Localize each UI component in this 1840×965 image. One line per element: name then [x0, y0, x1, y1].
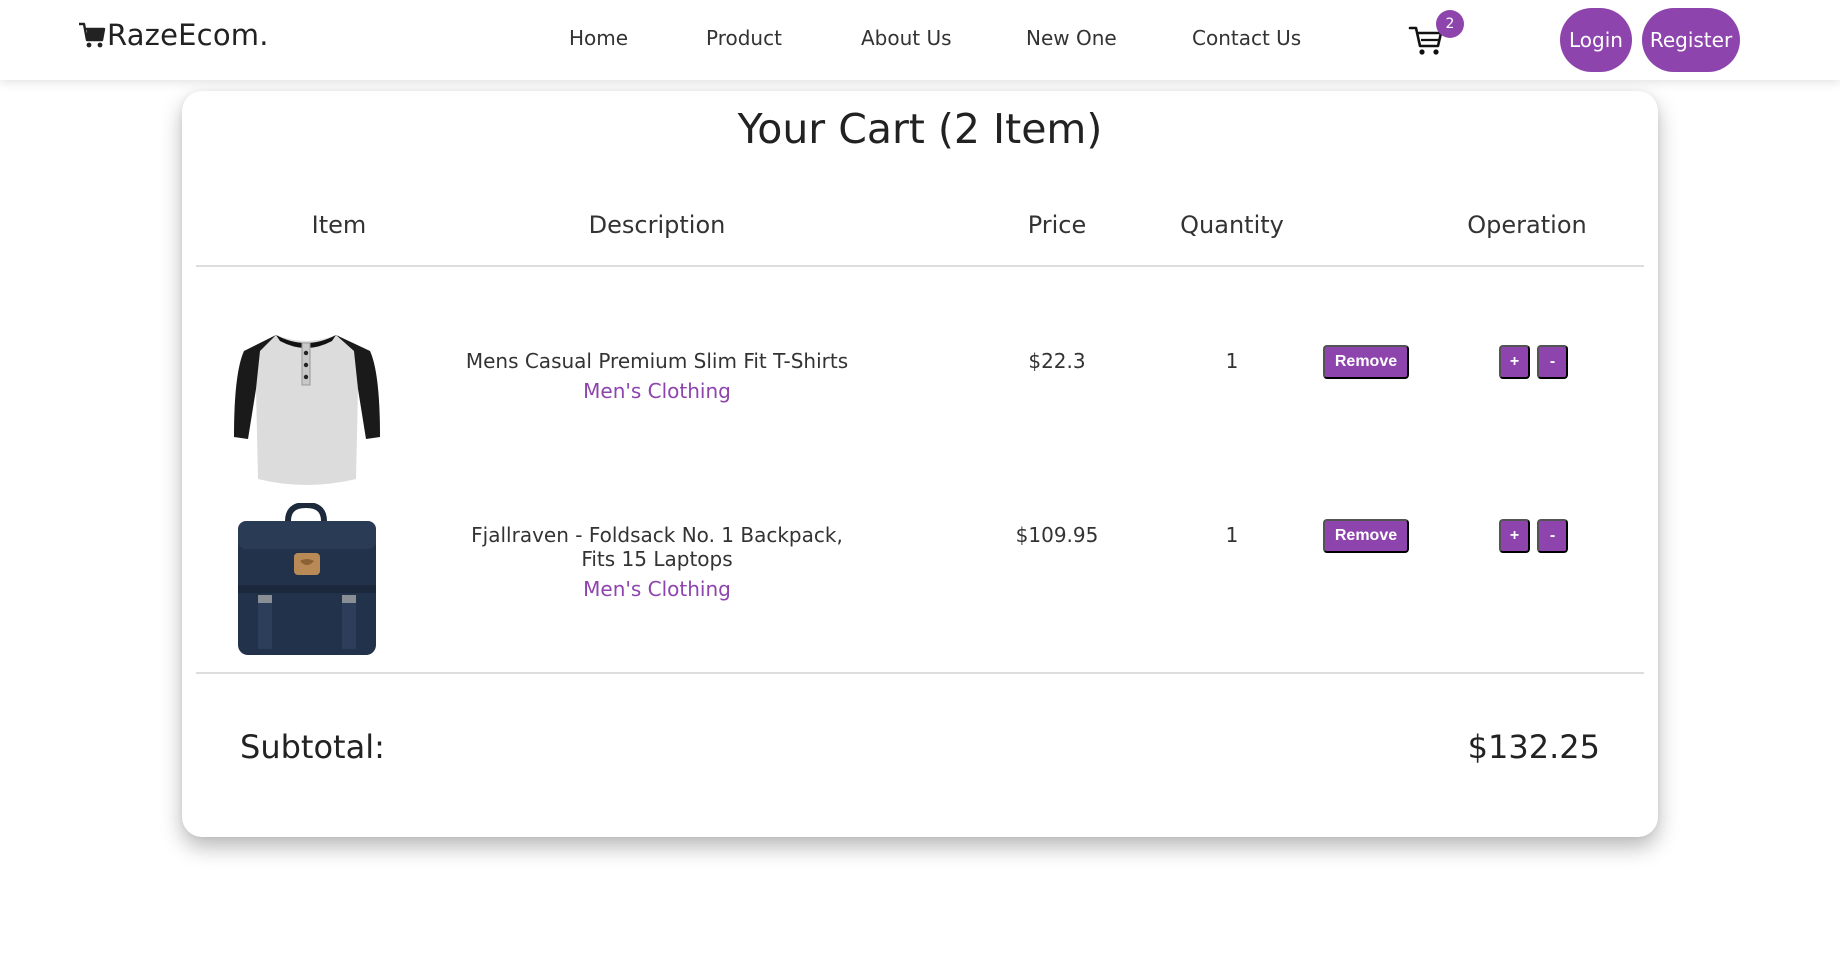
decrease-quantity-button[interactable]: - — [1537, 345, 1568, 379]
brand-logo[interactable]: RazeEcom. — [78, 18, 269, 52]
cart-row: Fjallraven - Foldsack No. 1 Backpack, Fi… — [182, 503, 1658, 663]
item-price: $22.3 — [1028, 349, 1086, 373]
increase-quantity-button[interactable]: + — [1499, 345, 1530, 379]
backpack-image — [238, 503, 376, 655]
remove-item-button[interactable]: Remove — [1323, 345, 1409, 379]
item-description: Mens Casual Premium Slim Fit T-Shirts Me… — [457, 349, 857, 403]
item-quantity: 1 — [1225, 523, 1239, 547]
remove-item-button[interactable]: Remove — [1323, 519, 1409, 553]
header-description: Description — [588, 211, 726, 239]
nav-home-link[interactable]: Home — [569, 26, 628, 50]
items-divider — [196, 672, 1644, 674]
nav-contact-link[interactable]: Contact Us — [1192, 26, 1301, 50]
header-item: Item — [311, 211, 367, 239]
item-quantity: 1 — [1225, 349, 1239, 373]
cart-icon — [79, 22, 106, 48]
header-divider — [196, 265, 1644, 267]
item-title: Mens Casual Premium Slim Fit T-Shirts — [465, 349, 849, 373]
item-title: Fjallraven - Foldsack No. 1 Backpack, Fi… — [471, 523, 843, 571]
item-price: $109.95 — [1015, 523, 1099, 547]
header-quantity: Quantity — [1180, 211, 1284, 239]
cart-row: Mens Casual Premium Slim Fit T-Shirts Me… — [182, 329, 1658, 489]
nav-new-one-link[interactable]: New One — [1026, 26, 1117, 50]
nav-product-link[interactable]: Product — [706, 26, 782, 50]
navbar: RazeEcom. Home Product About Us New One … — [0, 0, 1840, 80]
header-price: Price — [1027, 211, 1087, 239]
header-operation: Operation — [1467, 211, 1587, 239]
item-description: Fjallraven - Foldsack No. 1 Backpack, Fi… — [457, 523, 857, 601]
brand-name: RazeEcom. — [107, 18, 269, 52]
item-category: Men's Clothing — [583, 379, 731, 403]
register-button[interactable]: Register — [1642, 8, 1740, 72]
login-button[interactable]: Login — [1560, 8, 1632, 72]
nav-about-link[interactable]: About Us — [861, 26, 952, 50]
subtotal-value: $132.25 — [1467, 728, 1600, 766]
item-category: Men's Clothing — [583, 577, 731, 601]
subtotal-label: Subtotal: — [240, 728, 385, 766]
increase-quantity-button[interactable]: + — [1499, 519, 1530, 553]
cart-title: Your Cart (2 Item) — [737, 105, 1103, 153]
cart-card: Your Cart (2 Item) Item Description Pric… — [182, 91, 1658, 837]
decrease-quantity-button[interactable]: - — [1537, 519, 1568, 553]
cart-count-badge: 2 — [1436, 10, 1464, 38]
henley-tshirt-image — [234, 335, 380, 485]
